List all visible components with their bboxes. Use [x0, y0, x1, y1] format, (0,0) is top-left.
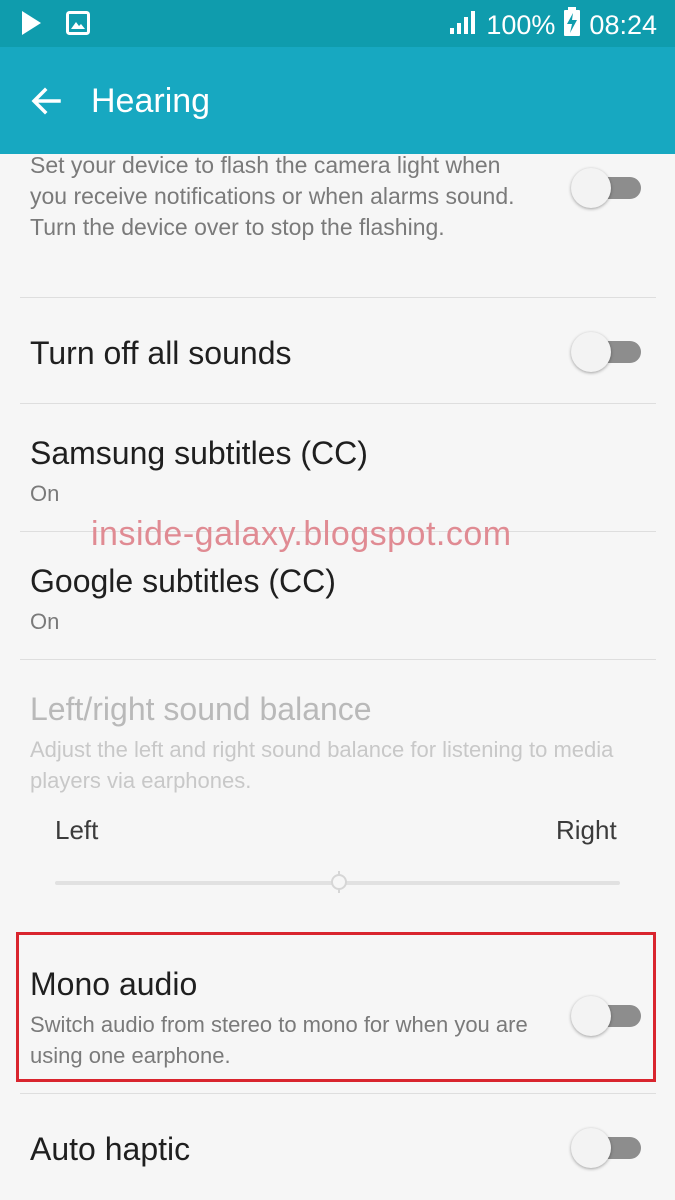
samsung-subtitles-title: Samsung subtitles (CC)	[30, 435, 368, 471]
flash-notification-row[interactable]: Set your device to flash the camera ligh…	[0, 152, 675, 298]
slider-right-label: Right	[556, 815, 617, 845]
turn-off-all-sounds-row[interactable]: Turn off all sounds	[0, 298, 675, 404]
flash-notification-description: Set your device to flash the camera ligh…	[30, 152, 515, 240]
sound-balance-description: Adjust the left and right sound balance …	[30, 737, 614, 793]
arrow-left-icon[interactable]	[26, 81, 66, 121]
battery-charging-icon	[563, 7, 581, 44]
turn-off-all-sounds-switch[interactable]	[571, 332, 641, 372]
slider-left-label: Left	[55, 815, 99, 845]
sound-balance-title: Left/right sound balance	[30, 691, 372, 727]
status-bar: 100% 08:24	[0, 0, 675, 47]
gallery-icon	[66, 11, 90, 40]
samsung-subtitles-summary: On	[30, 481, 60, 506]
highlight-box	[16, 932, 656, 1082]
auto-haptic-title: Auto haptic	[30, 1131, 191, 1167]
turn-off-all-sounds-title: Turn off all sounds	[30, 335, 292, 371]
signal-icon	[448, 9, 478, 42]
battery-percentage: 100%	[486, 10, 556, 40]
flash-notification-switch[interactable]	[571, 168, 641, 208]
app-bar: Hearing	[0, 47, 675, 154]
auto-haptic-row[interactable]: Auto haptic	[0, 1094, 675, 1200]
balance-slider-thumb[interactable]	[329, 871, 349, 893]
page-title: Hearing	[91, 82, 211, 120]
watermark-text: inside-galaxy.blogspot.com	[91, 515, 512, 553]
play-icon	[20, 10, 42, 41]
clock: 08:24	[589, 10, 657, 40]
samsung-subtitles-row[interactable]: Samsung subtitles (CC) On	[0, 404, 675, 532]
google-subtitles-title: Google subtitles (CC)	[30, 563, 336, 599]
auto-haptic-switch[interactable]	[571, 1128, 641, 1168]
google-subtitles-summary: On	[30, 609, 60, 634]
